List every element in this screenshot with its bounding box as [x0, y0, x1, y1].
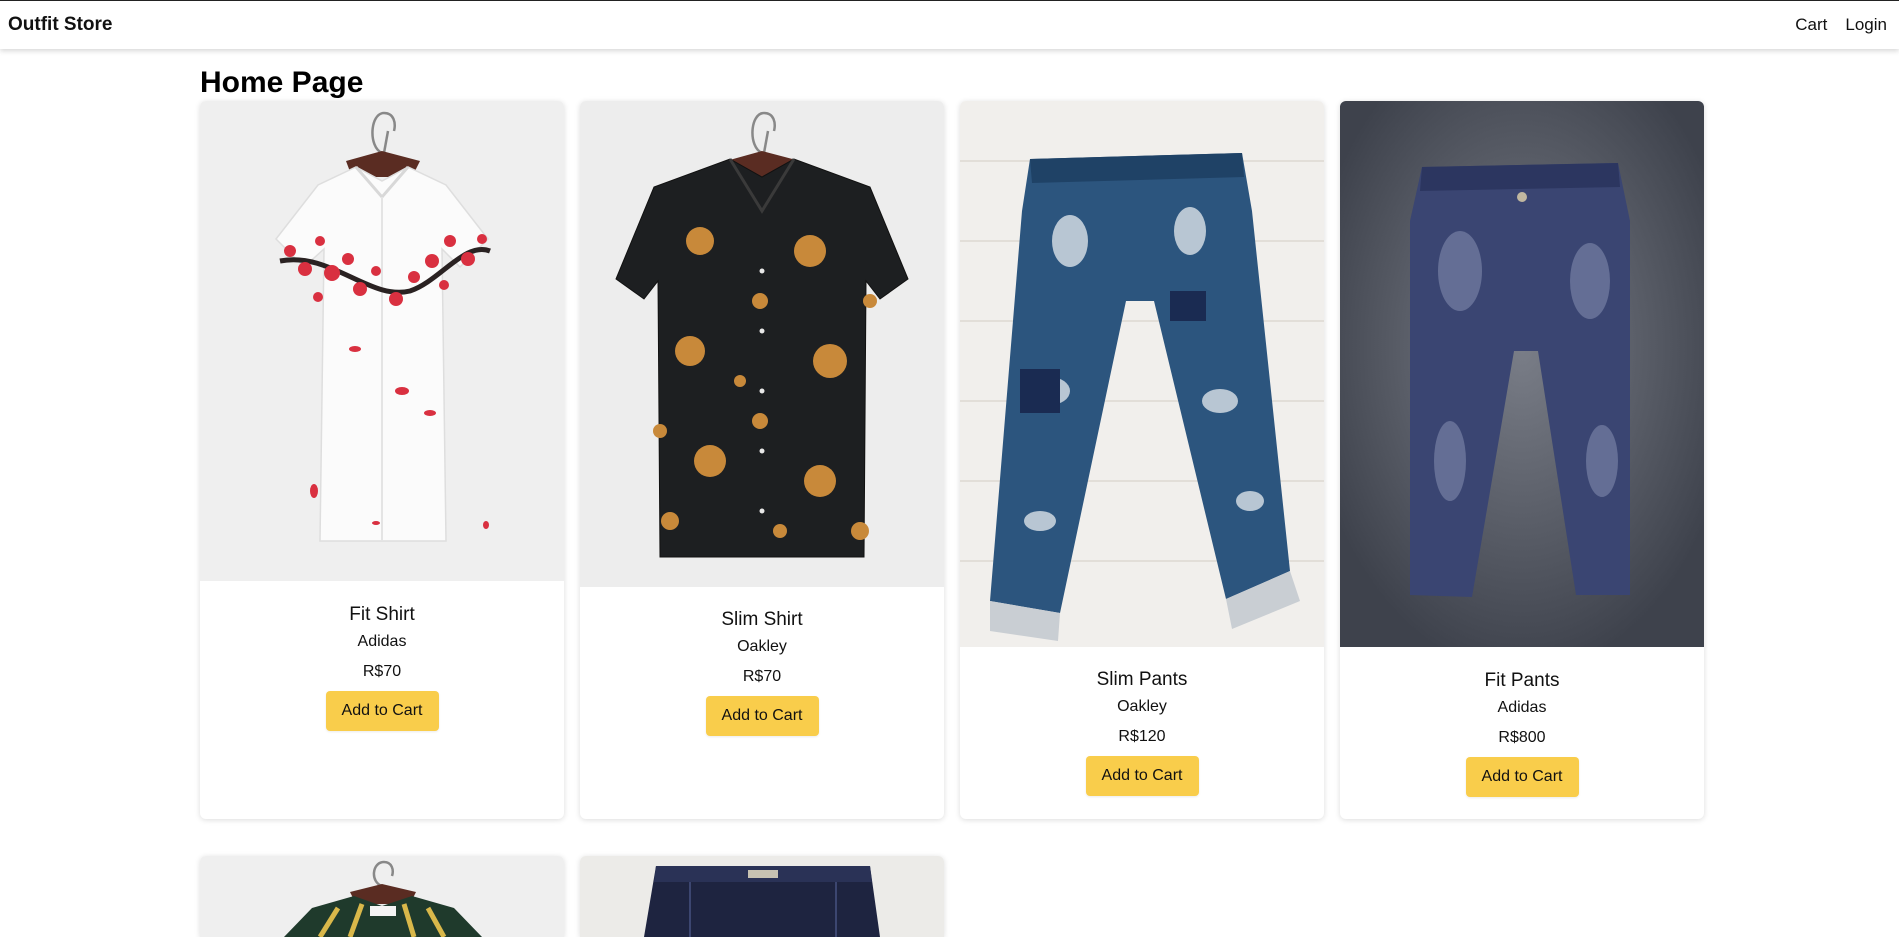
add-to-cart-button[interactable]: Add to Cart [325, 691, 439, 731]
product-info: Slim Shirt Oakley R$70 Add to Cart [580, 607, 944, 736]
product-card: Fit Pants Adidas R$800 Add to Cart [1340, 101, 1704, 819]
product-info: Slim Pants Oakley R$120 Add to Cart [960, 667, 1324, 796]
product-card [580, 856, 944, 937]
product-card: Slim Shirt Oakley R$70 Add to Cart [580, 101, 944, 819]
add-to-cart-button[interactable]: Add to Cart [1465, 757, 1579, 797]
product-card [200, 856, 564, 937]
product-name[interactable]: Fit Pants [1340, 668, 1704, 694]
product-image-distressed-jeans-on-brick[interactable] [960, 101, 1324, 647]
product-card: Slim Pants Oakley R$120 Add to Cart [960, 101, 1324, 819]
product-price: R$70 [362, 663, 402, 680]
product-brand: Adidas [357, 633, 407, 650]
product-price: R$120 [1118, 728, 1166, 745]
cart-link[interactable]: Cart [1795, 15, 1827, 35]
product-brand: Oakley [737, 638, 787, 655]
product-price: R$70 [742, 668, 782, 685]
product-brand: Adidas [1497, 699, 1547, 716]
add-to-cart-button[interactable]: Add to Cart [1085, 756, 1199, 796]
product-info: Fit Shirt Adidas R$70 Add to Cart [200, 602, 564, 731]
page-title: Home Page [200, 66, 364, 99]
product-image-white-floral-shirt[interactable] [200, 101, 564, 581]
product-name[interactable]: Slim Shirt [580, 607, 944, 633]
add-to-cart-button[interactable]: Add to Cart [705, 696, 819, 736]
product-name[interactable]: Fit Shirt [200, 602, 564, 628]
product-card: Fit Shirt Adidas R$70 Add to Cart [200, 101, 564, 819]
login-link[interactable]: Login [1845, 15, 1887, 35]
navbar: Outfit Store Cart Login [0, 0, 1899, 49]
product-name[interactable]: Slim Pants [960, 667, 1324, 693]
product-price: R$800 [1498, 729, 1546, 746]
product-image-blue-jeans-on-gray[interactable] [1340, 101, 1704, 647]
product-image-black-sun-moon-shirt[interactable] [580, 101, 944, 587]
product-brand: Oakley [1117, 698, 1167, 715]
product-image-striped-shirt[interactable] [200, 856, 564, 937]
brand-link[interactable]: Outfit Store [8, 14, 113, 36]
product-image-dark-jeans[interactable] [580, 856, 944, 937]
product-info: Fit Pants Adidas R$800 Add to Cart [1340, 668, 1704, 797]
nav-links: Cart Login [1795, 15, 1887, 35]
